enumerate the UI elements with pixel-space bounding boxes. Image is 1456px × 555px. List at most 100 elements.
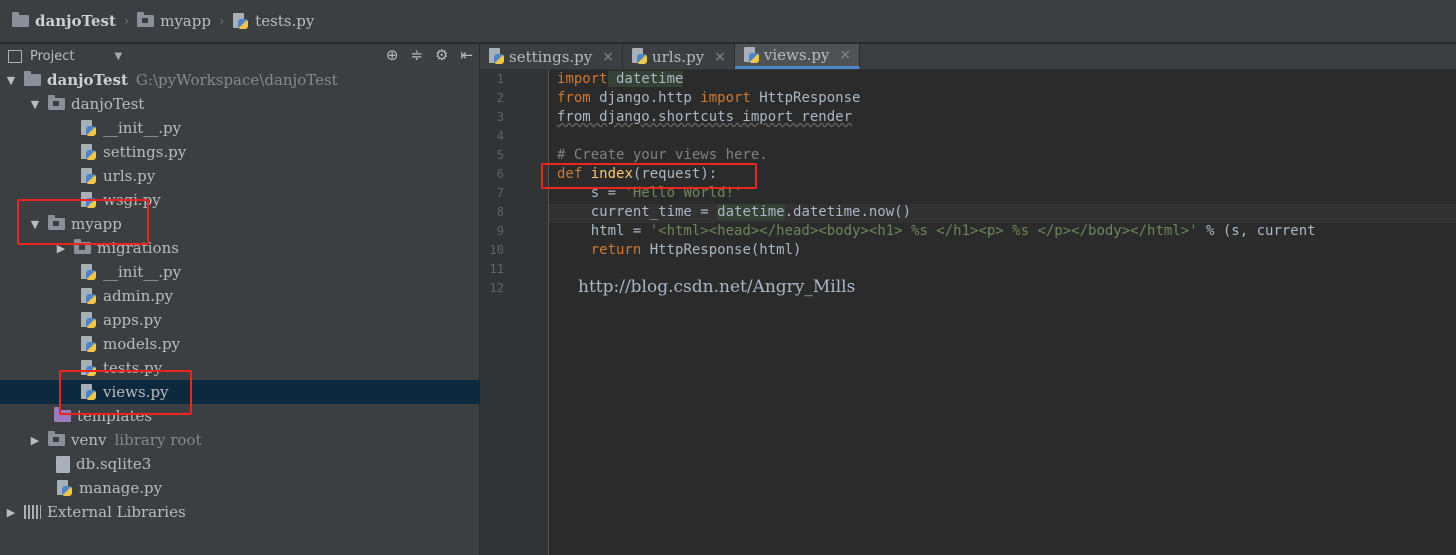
code-token: html =: [557, 223, 650, 239]
tree-item-external-libraries[interactable]: ▶ External Libraries: [0, 500, 483, 524]
line-number-gutter: 1 2 3 4 5 6 7 8 9 10 11 12: [480, 70, 549, 555]
code-line: html = '<html><head></head><body><h1> %s…: [557, 222, 1316, 241]
tree-item-file[interactable]: __init__.py: [0, 116, 559, 140]
python-file-icon: [232, 12, 249, 30]
tree-item-migrations[interactable]: ▶ migrations: [0, 236, 533, 260]
python-file-icon: [80, 383, 97, 401]
code-token: # Create your views here.: [557, 147, 768, 163]
folder-icon: [48, 431, 65, 446]
python-file-icon: [488, 48, 505, 65]
code-line: from django.http import HttpResponse: [557, 89, 860, 108]
folder-icon: [48, 215, 65, 230]
folder-icon: [74, 239, 91, 254]
code-token: django.http: [590, 90, 701, 106]
breadcrumb-item-file[interactable]: tests.py: [232, 12, 314, 30]
project-icon: [8, 49, 22, 63]
code-token: '<html><head></head><body><h1> %s </h1><…: [649, 223, 1198, 239]
line-number: 9: [496, 224, 504, 238]
database-file-icon: [56, 455, 70, 473]
library-icon: [24, 505, 41, 519]
line-number: 10: [489, 243, 504, 257]
project-panel-header: Project ▼ ⊕ ≑ ⚙ ⇤: [0, 44, 479, 68]
code-token: HttpResponse: [750, 90, 861, 106]
code-line: def index(request):: [557, 165, 717, 184]
tree-item-myapp[interactable]: ▼ myapp: [0, 212, 507, 236]
expanded-arrow-icon[interactable]: ▼: [28, 98, 42, 111]
code-token: datetime: [717, 204, 785, 220]
expanded-arrow-icon[interactable]: ▼: [28, 218, 42, 231]
tree-item-file[interactable]: wsgi.py: [0, 188, 559, 212]
code-token: datetime: [607, 71, 684, 87]
expanded-arrow-icon[interactable]: ▼: [4, 74, 18, 87]
project-view-selector[interactable]: Project: [30, 49, 74, 64]
code-token: % (s, current: [1197, 223, 1316, 239]
tree-item-file[interactable]: settings.py: [0, 140, 559, 164]
tree-item-file[interactable]: manage.py: [0, 476, 535, 500]
folder-icon: [54, 407, 71, 422]
chevron-right-icon: ›: [218, 13, 225, 29]
collapsed-arrow-icon[interactable]: ▶: [54, 242, 68, 255]
panel-tools: ⊕ ≑ ⚙ ⇤: [386, 46, 473, 64]
tree-item-file[interactable]: models.py: [0, 332, 559, 356]
python-file-icon: [80, 191, 97, 209]
folder-icon: [137, 12, 155, 27]
close-icon[interactable]: ×: [714, 49, 726, 65]
folder-icon: [12, 12, 29, 27]
gear-icon[interactable]: ⚙: [435, 46, 448, 64]
code-line: return HttpResponse(html): [557, 241, 802, 260]
project-panel: Project ▼ ⊕ ≑ ⚙ ⇤ ▼ danjoTest G:\pyWorks…: [0, 44, 559, 555]
tab-views[interactable]: views.py ×: [734, 44, 861, 69]
locate-icon[interactable]: ⊕: [386, 46, 399, 64]
breadcrumb: danjoTest › myapp › tests.py: [0, 0, 1456, 43]
tab-urls[interactable]: urls.py ×: [623, 44, 735, 69]
python-file-icon: [80, 359, 97, 377]
tree-item-file[interactable]: tests.py: [0, 356, 559, 380]
tree-item-file[interactable]: db.sqlite3: [0, 452, 535, 476]
tree-item-file-selected[interactable]: views.py: [0, 380, 559, 404]
code-token: s =: [557, 185, 625, 201]
breadcrumb-item-project[interactable]: danjoTest: [12, 12, 116, 30]
code-token: from: [557, 90, 591, 106]
line-number: 6: [496, 167, 504, 181]
close-icon[interactable]: ×: [839, 47, 851, 63]
python-file-icon: [80, 119, 97, 137]
python-file-icon: [631, 48, 648, 65]
python-file-icon: [80, 311, 97, 329]
line-number: 7: [496, 186, 504, 200]
tree-item-file[interactable]: urls.py: [0, 164, 559, 188]
line-number: 12: [489, 281, 504, 295]
line-number: 5: [496, 148, 504, 162]
breadcrumb-item-myapp[interactable]: myapp: [137, 12, 211, 30]
tree-item-file[interactable]: __init__.py: [0, 260, 559, 284]
tree-item-file[interactable]: admin.py: [0, 284, 559, 308]
close-icon[interactable]: ×: [602, 49, 614, 65]
collapsed-arrow-icon[interactable]: ▶: [4, 506, 18, 519]
line-number: 8: [496, 205, 504, 219]
code-token: import: [700, 90, 751, 106]
folder-icon: [48, 95, 65, 110]
python-file-icon: [56, 479, 73, 497]
tree-item-root[interactable]: ▼ danjoTest G:\pyWorkspace\danjoTest: [0, 68, 483, 92]
code-token: current_time =: [557, 204, 718, 220]
code-token: import: [557, 71, 608, 87]
tree-item-danjotest-package[interactable]: ▼ danjoTest: [0, 92, 507, 116]
tree-item-templates[interactable]: templates: [0, 404, 533, 428]
line-number: 1: [496, 72, 504, 86]
tree-item-file[interactable]: apps.py: [0, 308, 559, 332]
dropdown-icon[interactable]: ▼: [114, 51, 122, 62]
editor-tabs: settings.py × urls.py × views.py ×: [480, 44, 1456, 70]
folder-icon: [24, 71, 41, 86]
code-token: HttpResponse(html): [641, 242, 802, 258]
code-token: return: [590, 242, 642, 258]
tree-item-venv[interactable]: ▶ venv library root: [0, 428, 507, 452]
line-number: 11: [489, 262, 504, 276]
line-number: 4: [496, 129, 504, 143]
line-number: 2: [496, 91, 504, 105]
python-file-icon: [80, 143, 97, 161]
hide-panel-icon[interactable]: ⇤: [460, 46, 473, 64]
tab-settings[interactable]: settings.py ×: [480, 44, 623, 69]
collapse-all-icon[interactable]: ≑: [410, 46, 423, 64]
code-token: (request):: [632, 166, 718, 182]
collapsed-arrow-icon[interactable]: ▶: [28, 434, 42, 447]
